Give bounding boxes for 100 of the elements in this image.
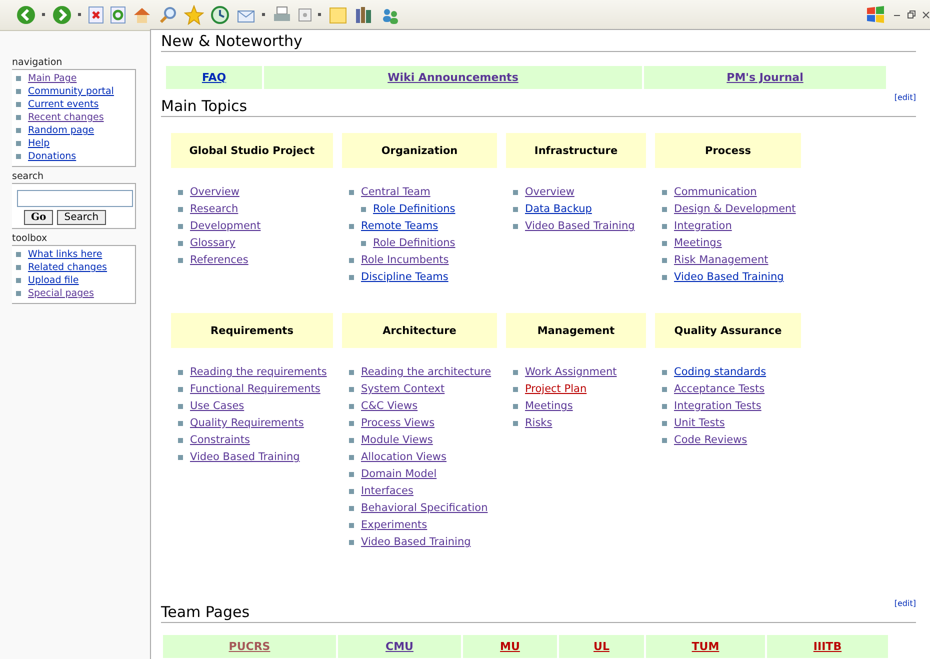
topic-link[interactable]: Communication <box>674 185 757 199</box>
sidebar-link[interactable]: Main Page <box>28 72 77 85</box>
bullet-icon <box>349 404 354 408</box>
search-field[interactable] <box>17 190 133 207</box>
topic-link[interactable]: Behavioral Specification <box>361 501 488 515</box>
topic-link[interactable]: Data Backup <box>525 202 592 216</box>
caret-icon[interactable] <box>42 13 46 17</box>
topic-link[interactable]: Reading the requirements <box>190 365 327 379</box>
topic-link[interactable]: Role Incumbents <box>361 253 449 267</box>
bullet-icon <box>16 278 21 283</box>
team-link[interactable]: CMU <box>386 640 414 654</box>
topic-link[interactable]: Risk Management <box>674 253 768 267</box>
topic-link[interactable]: References <box>190 253 248 267</box>
sidebar-link[interactable]: Related changes <box>28 261 108 274</box>
topic-link[interactable]: Remote Teams <box>361 219 438 233</box>
team-link[interactable]: MU <box>500 640 520 654</box>
sidebar-link[interactable]: Help <box>28 137 50 150</box>
books-icon[interactable] <box>354 5 374 25</box>
topic-link[interactable]: Code Reviews <box>674 433 748 447</box>
team-link[interactable]: TUM <box>692 640 720 654</box>
topic-link[interactable]: Project Plan <box>525 382 587 396</box>
topic-link[interactable]: Experiments <box>361 518 428 532</box>
topic-header: Requirements <box>171 313 333 348</box>
topic-link[interactable]: Discipline Teams <box>361 270 448 284</box>
caret-icon[interactable] <box>318 13 322 17</box>
topic-link[interactable]: Meetings <box>674 236 722 250</box>
topic-link[interactable]: C&C Views <box>361 399 418 413</box>
sidebar-link[interactable]: What links here <box>28 248 102 261</box>
caret-icon[interactable] <box>262 13 266 17</box>
topic-link[interactable]: Video Based Training <box>361 535 471 549</box>
topic-link[interactable]: Allocation Views <box>361 450 446 464</box>
topic-link[interactable]: Glossary <box>190 236 236 250</box>
topic-link[interactable]: Role Definitions <box>373 236 456 250</box>
topic-header: Management <box>506 313 646 348</box>
sidebar-link[interactable]: Recent changes <box>28 111 104 124</box>
topic-link[interactable]: Role Definitions <box>373 202 456 216</box>
topic-link[interactable]: Research <box>190 202 238 216</box>
topic-link[interactable]: Central Team <box>361 185 430 199</box>
topic-link[interactable]: Use Cases <box>190 399 244 413</box>
forward-icon[interactable] <box>52 5 72 25</box>
caret-icon[interactable] <box>78 13 82 17</box>
bullet-icon <box>16 76 21 81</box>
sidebar-link[interactable]: Special pages <box>28 287 94 300</box>
bullet-icon <box>178 370 183 374</box>
topic-link[interactable]: Video Based Training <box>674 270 784 284</box>
bullet-icon <box>662 258 667 262</box>
sidebar-link[interactable]: Donations <box>28 150 76 163</box>
topic-link[interactable]: Acceptance Tests <box>674 382 765 396</box>
search-icon[interactable] <box>158 5 178 25</box>
noteworthy-link[interactable]: FAQ <box>202 70 226 84</box>
topic-link[interactable]: Unit Tests <box>674 416 725 430</box>
sidebar-link[interactable]: Upload file <box>28 274 79 287</box>
topic-link[interactable]: Video Based Training <box>525 219 635 233</box>
topic-link[interactable]: System Context <box>361 382 445 396</box>
history-icon[interactable] <box>210 5 230 25</box>
team-link[interactable]: PUCRS <box>228 640 270 654</box>
edit-link[interactable]: [edit] <box>894 93 916 102</box>
back-icon[interactable] <box>16 5 36 25</box>
topic-link[interactable]: Overview <box>525 185 574 199</box>
refresh-icon[interactable] <box>110 5 126 25</box>
sidebar-link[interactable]: Random page <box>28 124 94 137</box>
close-icon[interactable] <box>922 10 930 20</box>
topic-link[interactable]: Module Views <box>361 433 433 447</box>
topic-link[interactable]: Overview <box>190 185 240 199</box>
topic-link[interactable]: Constraints <box>190 433 250 447</box>
topic-link[interactable]: Development <box>190 219 261 233</box>
topic-link[interactable]: Video Based Training <box>190 450 300 464</box>
topic-link[interactable]: Design & Development <box>674 202 796 216</box>
topic-link[interactable]: Reading the architecture <box>361 365 492 379</box>
topic-link[interactable]: Work Assignment <box>525 365 617 379</box>
bullet-icon <box>513 190 518 194</box>
topic-link[interactable]: Process Views <box>361 416 435 430</box>
topic-link[interactable]: Domain Model <box>361 467 437 481</box>
topic-link[interactable]: Meetings <box>525 399 573 413</box>
team-link[interactable]: IIITB <box>813 640 842 654</box>
topic-link[interactable]: Integration Tests <box>674 399 762 413</box>
bullet-icon <box>662 206 667 212</box>
star-icon[interactable] <box>184 5 204 25</box>
edit-link[interactable]: [edit] <box>894 599 916 608</box>
topic-link[interactable]: Quality Requirements <box>190 416 304 430</box>
note-icon[interactable] <box>328 5 348 25</box>
restore-icon[interactable] <box>907 10 916 20</box>
home-icon[interactable] <box>132 5 152 25</box>
noteworthy-link[interactable]: Wiki Announcements <box>388 70 518 84</box>
noteworthy-link[interactable]: PM's Journal <box>726 70 804 84</box>
sidebar-link[interactable]: Current events <box>28 98 99 111</box>
sidebar-link[interactable]: Community portal <box>28 85 114 98</box>
topic-link[interactable]: Coding standards <box>674 365 766 379</box>
topic-link[interactable]: Interfaces <box>361 484 414 498</box>
bullet-icon <box>662 224 667 228</box>
topic-link[interactable]: Integration <box>674 219 732 233</box>
team-link[interactable]: UL <box>594 640 610 654</box>
search-button[interactable]: Search <box>57 210 106 225</box>
go-button[interactable]: Go <box>24 210 54 225</box>
bullet-icon <box>178 224 183 228</box>
bullet-icon <box>349 190 354 194</box>
bullet-icon <box>513 370 518 374</box>
topic-link[interactable]: Risks <box>525 416 552 430</box>
topic-link[interactable]: Functional Requirements <box>190 382 320 396</box>
stop-icon[interactable] <box>88 5 104 25</box>
